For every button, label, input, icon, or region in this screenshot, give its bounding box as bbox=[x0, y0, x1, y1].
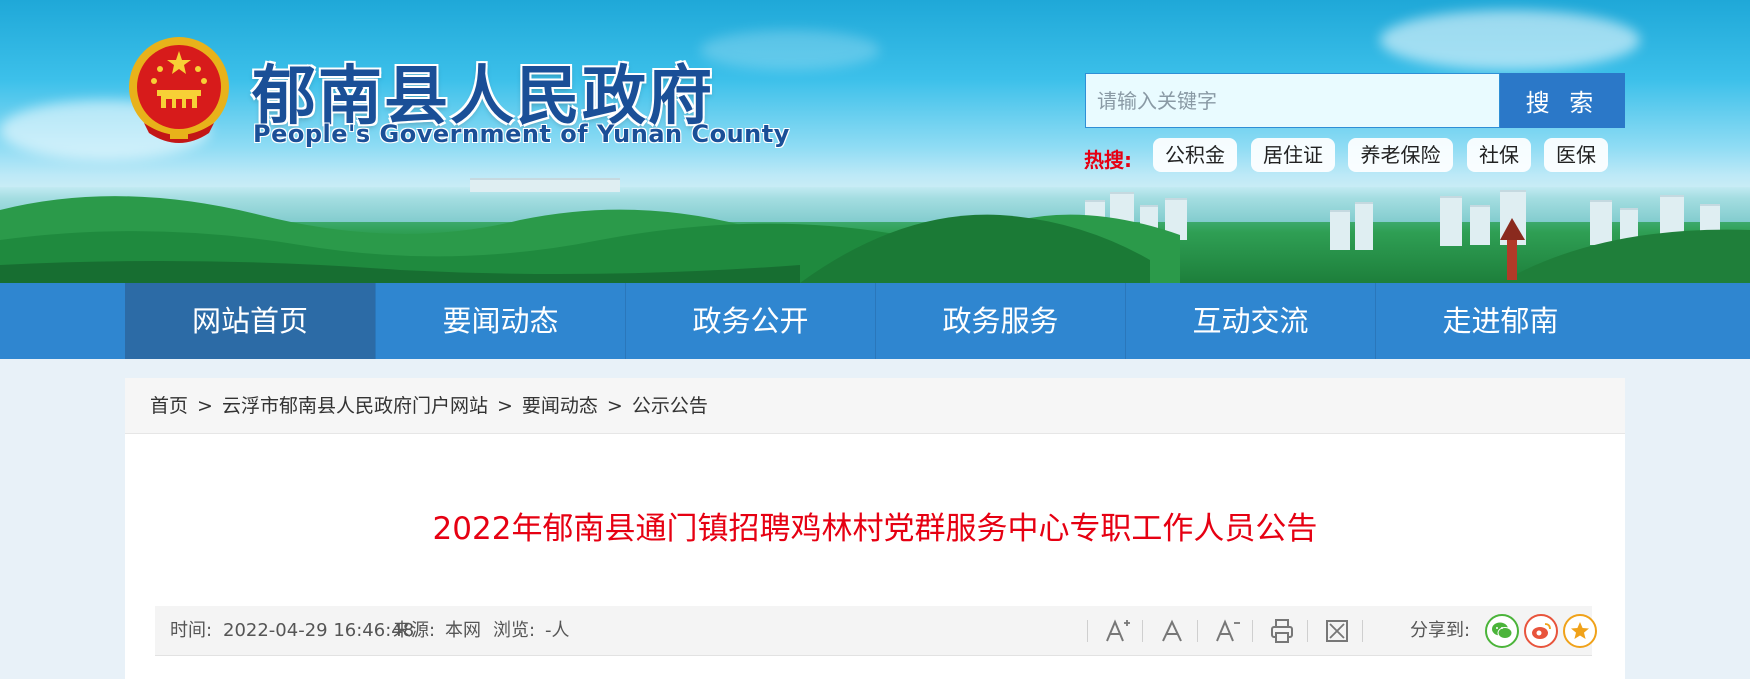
breadcrumb-separator: > bbox=[496, 395, 513, 417]
breadcrumb-home-link[interactable]: 首页 bbox=[150, 395, 188, 417]
font-normal-icon[interactable] bbox=[1157, 616, 1187, 646]
close-icon[interactable] bbox=[1322, 616, 1352, 646]
content-panel: 首页 > 云浮市郁南县人民政府门户网站 > 要闻动态 > 公示公告 2022年郁南县通门镇招… bbox=[125, 378, 1625, 679]
search-button[interactable]: 搜 索 bbox=[1500, 73, 1625, 128]
hot-tag-social-security[interactable]: 社保 bbox=[1467, 138, 1531, 172]
article-meta-bar: 时间: 2022-04-29 16:46:48 来源: 本网 浏览: -人 分享… bbox=[155, 606, 1597, 656]
hot-tag-medical-insurance[interactable]: 医保 bbox=[1544, 138, 1608, 172]
breadcrumb-separator: > bbox=[606, 395, 623, 417]
tool-divider bbox=[1087, 620, 1088, 642]
breadcrumb-notices-link[interactable]: 公示公告 bbox=[632, 395, 708, 417]
favorite-icon[interactable] bbox=[1563, 614, 1597, 648]
time-value: 2022-04-29 16:46:48 bbox=[223, 620, 415, 641]
nav-item-interaction[interactable]: 互动交流 bbox=[1125, 283, 1375, 359]
nav-item-gov-service[interactable]: 政务服务 bbox=[875, 283, 1125, 359]
time-label: 时间: bbox=[170, 620, 213, 641]
breadcrumb-news-link[interactable]: 要闻动态 bbox=[522, 395, 598, 417]
wechat-icon[interactable] bbox=[1485, 614, 1519, 648]
nav-item-about-yunan[interactable]: 走进郁南 bbox=[1375, 283, 1625, 359]
breadcrumb-portal-link[interactable]: 云浮市郁南县人民政府门户网站 bbox=[222, 395, 488, 417]
tool-divider bbox=[1197, 620, 1198, 642]
hot-tag-residence-permit[interactable]: 居住证 bbox=[1251, 138, 1335, 172]
hot-tag-housing-fund[interactable]: 公积金 bbox=[1153, 138, 1237, 172]
hot-search-label: 热搜: bbox=[1084, 148, 1132, 172]
banner-cloud bbox=[1380, 10, 1640, 70]
tool-divider bbox=[1362, 620, 1363, 642]
views-value: -人 bbox=[545, 620, 570, 641]
search-box bbox=[1085, 73, 1500, 128]
weibo-icon[interactable] bbox=[1524, 614, 1558, 648]
header-banner: 郁南县人民政府 People's Government of Yunan Cou… bbox=[0, 0, 1750, 283]
font-decrease-icon[interactable] bbox=[1212, 616, 1242, 646]
nav-item-news[interactable]: 要闻动态 bbox=[375, 283, 625, 359]
hot-tag-pension-insurance[interactable]: 养老保险 bbox=[1348, 138, 1453, 172]
source-value: 本网 bbox=[445, 620, 481, 641]
national-emblem-icon bbox=[129, 37, 229, 143]
article-title: 2022年郁南县通门镇招聘鸡林村党群服务中心专职工作人员公告 bbox=[432, 511, 1318, 547]
share-label: 分享到: bbox=[1410, 620, 1471, 641]
nav-item-home[interactable]: 网站首页 bbox=[125, 283, 375, 359]
main-nav: 网站首页 要闻动态 政务公开 政务服务 互动交流 走进郁南 bbox=[0, 283, 1750, 359]
source-label: 来源: bbox=[393, 620, 436, 641]
search-input[interactable] bbox=[1086, 74, 1499, 127]
nav-item-gov-disclosure[interactable]: 政务公开 bbox=[625, 283, 875, 359]
banner-cloud bbox=[700, 30, 880, 70]
tool-divider bbox=[1307, 620, 1308, 642]
tool-divider bbox=[1252, 620, 1253, 642]
tool-divider bbox=[1142, 620, 1143, 642]
views-label: 浏览: bbox=[493, 620, 536, 641]
print-icon[interactable] bbox=[1267, 616, 1297, 646]
site-subtitle: People's Government of Yunan County bbox=[253, 120, 790, 148]
breadcrumb: 首页 > 云浮市郁南县人民政府门户网站 > 要闻动态 > 公示公告 bbox=[125, 378, 1625, 434]
breadcrumb-separator: > bbox=[197, 395, 213, 417]
font-increase-icon[interactable] bbox=[1102, 616, 1132, 646]
